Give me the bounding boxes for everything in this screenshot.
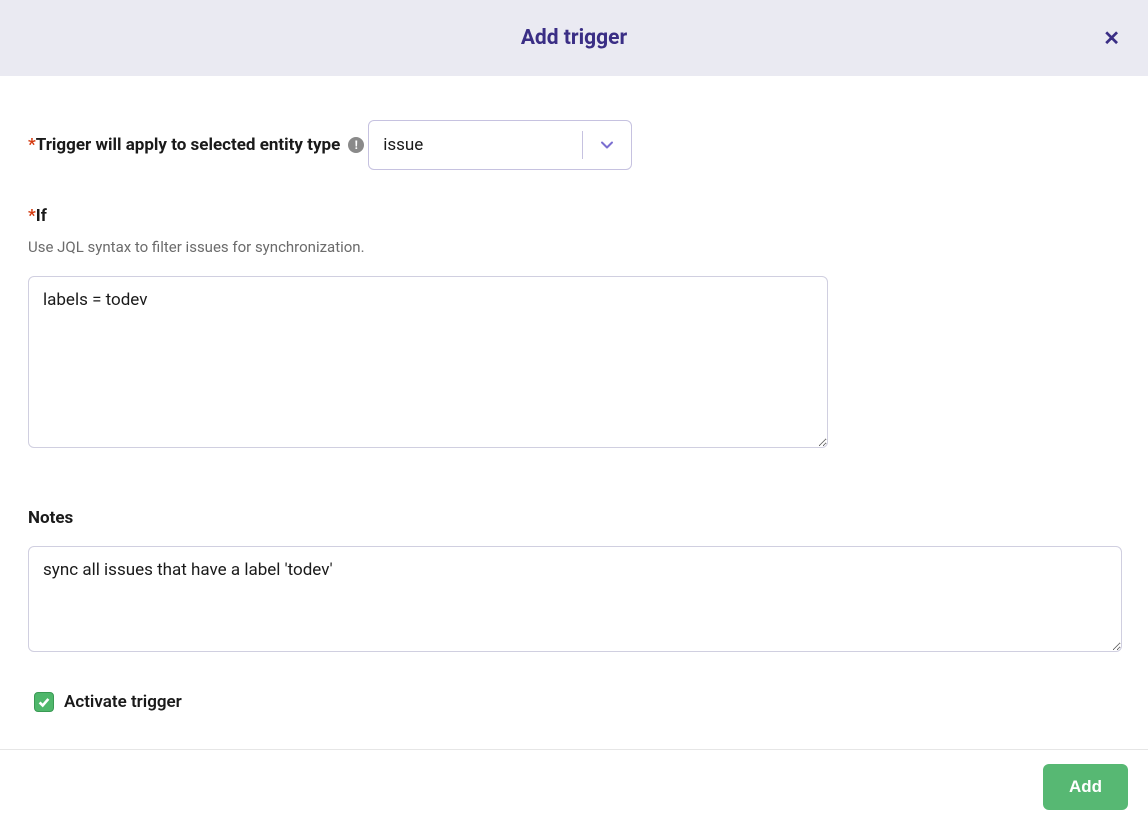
if-textarea[interactable] <box>28 276 828 448</box>
required-asterisk: * <box>28 135 36 155</box>
add-button[interactable]: Add <box>1043 764 1128 810</box>
activate-trigger-label[interactable]: Activate trigger <box>64 692 182 712</box>
notes-label: Notes <box>28 508 73 528</box>
dialog-footer: Add <box>0 749 1148 824</box>
dialog-content: *Trigger will apply to selected entity t… <box>0 76 1148 749</box>
if-label-text: If <box>36 206 47 226</box>
if-label: *If <box>28 206 47 226</box>
chevron-down-icon <box>583 137 631 153</box>
entity-type-label-text: Trigger will apply to selected entity ty… <box>36 135 341 155</box>
entity-type-select[interactable]: issue <box>368 120 632 170</box>
close-icon[interactable]: ✕ <box>1103 26 1120 50</box>
entity-type-selected-value: issue <box>369 135 582 155</box>
activate-trigger-row: Activate trigger <box>28 692 1120 712</box>
required-asterisk: * <box>28 206 36 226</box>
dialog-header: Add trigger ✕ <box>0 0 1148 76</box>
info-icon[interactable]: ! <box>348 137 364 153</box>
entity-type-label: *Trigger will apply to selected entity t… <box>28 135 364 155</box>
if-helper-text: Use JQL syntax to filter issues for sync… <box>28 238 1120 256</box>
notes-textarea[interactable] <box>28 546 1122 652</box>
activate-trigger-checkbox[interactable] <box>34 692 54 712</box>
notes-label-text: Notes <box>28 508 73 528</box>
notes-group: Notes <box>28 488 1120 656</box>
entity-type-group: *Trigger will apply to selected entity t… <box>28 104 1120 170</box>
dialog-title: Add trigger <box>521 26 627 50</box>
if-group: *If Use JQL syntax to filter issues for … <box>28 206 1120 452</box>
